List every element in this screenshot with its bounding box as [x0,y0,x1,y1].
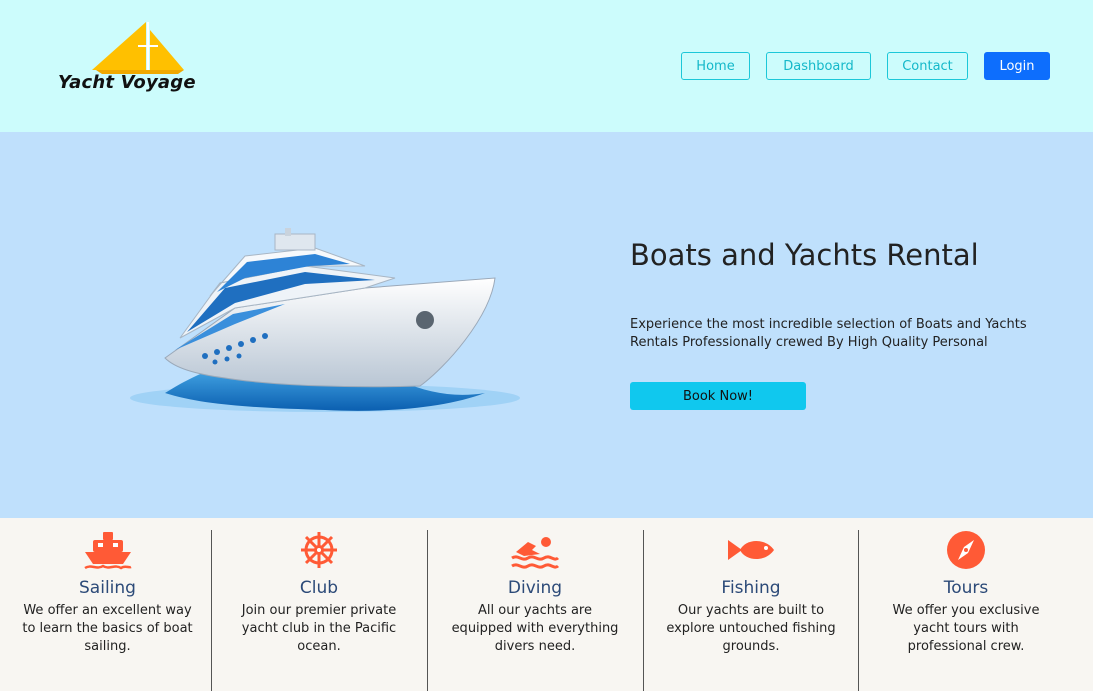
site-header: Yacht Voyage Home Dashboard Contact Logi… [0,0,1093,132]
feature-title: Diving [507,578,563,598]
sailboat-icon [92,22,184,74]
feature-description: All our yachts are equipped with everyth… [451,603,619,654]
feature-title: Club [299,578,339,598]
nav-dashboard-button[interactable]: Dashboard [766,52,871,80]
hero-section: Boats and Yachts Rental Experience the m… [0,132,1093,518]
swimmer-icon [511,537,560,569]
feature-club: Club Join our premier private yacht club… [211,530,426,691]
fish-icon [728,540,774,560]
nav-home-button[interactable]: Home [681,52,750,80]
feature-description: We offer an excellent way to learn the b… [22,603,193,654]
feature-fishing: Fishing Our yachts are built to explore … [643,530,858,691]
feature-tours: Tours We offer you exclusive yacht tours… [858,530,1073,691]
ship-icon [83,532,132,570]
nav-contact-button[interactable]: Contact [887,52,968,80]
feature-title: Sailing [79,578,136,598]
feature-sailing: Sailing We offer an excellent way to lea… [0,530,215,691]
feature-diving: Diving All our yachts are equipped with … [427,530,642,691]
feature-description: Our yachts are built to explore untouche… [666,603,836,654]
hero-description: Experience the most incredible selection… [630,317,1027,350]
brand-name: Yacht Voyage [58,72,196,93]
brand-logo[interactable]: Yacht Voyage [58,20,228,100]
login-button[interactable]: Login [984,52,1050,80]
feature-description: Join our premier private yacht club in t… [241,603,397,654]
feature-description: We offer you exclusive yacht tours with … [892,603,1040,654]
features-section: Sailing We offer an excellent way to lea… [0,518,1093,691]
compass-icon [947,531,985,569]
ship-wheel-icon [301,532,337,568]
cruise-ship-illustration [130,228,520,412]
hero-title: Boats and Yachts Rental [630,238,979,272]
book-now-button[interactable]: Book Now! [630,382,806,410]
feature-title: Tours [943,578,989,598]
feature-title: Fishing [721,578,781,598]
